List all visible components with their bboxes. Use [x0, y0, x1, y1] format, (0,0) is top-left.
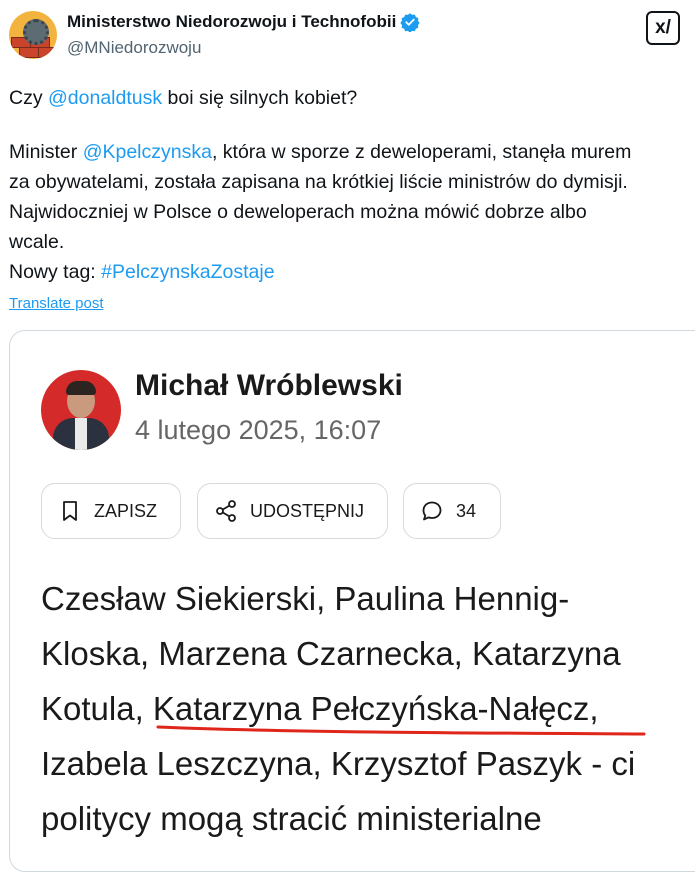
embedded-article-image[interactable]: Michał Wróblewski 4 lutego 2025, 16:07 Z…: [9, 330, 695, 872]
text-segment: Nowy tag:: [9, 261, 102, 283]
post-line: Minister @Kpelczynska, która w sporze z …: [9, 137, 695, 167]
save-label: ZAPISZ: [94, 500, 158, 521]
post-line: Czy @donaldtusk boi się silnych kobiet?: [9, 83, 695, 113]
account-avatar[interactable]: [9, 11, 57, 59]
post-text: Czy @donaldtusk boi się silnych kobiet? …: [9, 83, 695, 287]
post-line: za obywatelami, została zapisana na krót…: [9, 171, 628, 193]
post-line: Najwidoczniej w Polsce o deweloperach mo…: [9, 201, 587, 223]
share-icon: [216, 500, 236, 522]
save-button: ZAPISZ: [41, 483, 181, 539]
hashtag-link[interactable]: #PelczynskaZostaje: [101, 261, 274, 283]
display-name-text: Ministerstwo Niedorozwoju i Technofobii: [67, 12, 397, 31]
article-line: Kloska, Marzena Czarnecka, Katarzyna: [41, 635, 621, 672]
share-label: UDOSTĘPNIJ: [250, 500, 365, 521]
author-name: Michał Wróblewski: [135, 369, 403, 402]
article-date: 4 lutego 2025, 16:07: [135, 415, 382, 445]
comment-bubble-icon: [422, 501, 442, 521]
avatar-gear-icon: [23, 19, 49, 45]
author-photo: [41, 370, 121, 450]
text-segment: , która w sporze z deweloperami, stanęła…: [211, 141, 632, 163]
share-button: UDOSTĘPNIJ: [197, 483, 388, 539]
comments-button: 34: [403, 483, 501, 539]
text-segment: Minister: [9, 141, 83, 163]
translate-post-link[interactable]: Translate post: [9, 295, 104, 312]
grok-icon: x/: [655, 17, 671, 38]
mention-link[interactable]: @donaldtusk: [48, 87, 162, 109]
account-display-name[interactable]: Ministerstwo Niedorozwoju i Technofobii: [67, 12, 420, 32]
account-handle[interactable]: @MNiedorozwoju: [67, 38, 201, 58]
bookmark-icon: [63, 501, 77, 521]
verified-badge-icon: [400, 13, 420, 32]
article-text: Czesław Siekierski, Paulina Hennig- Klos…: [41, 571, 695, 846]
text-segment: boi się silnych kobiet?: [162, 87, 358, 109]
article-line: Izabela Leszczyna, Krzysztof Paszyk - ci: [41, 745, 636, 782]
grok-button[interactable]: x/: [646, 11, 680, 45]
avatar-brick: [19, 47, 39, 58]
red-underline-annotation: [156, 725, 646, 736]
mention-link[interactable]: @Kpelczynska: [83, 141, 212, 163]
article-line: Czesław Siekierski, Paulina Hennig-: [41, 580, 570, 617]
post-line: Nowy tag: #PelczynskaZostaje: [9, 257, 695, 287]
comments-count: 34: [456, 500, 477, 521]
post-line: wcale.: [9, 231, 65, 253]
article-line: politycy mogą stracić ministerialne: [41, 800, 542, 837]
text-segment: Czy: [9, 87, 48, 109]
avatar-brick: [38, 47, 57, 58]
